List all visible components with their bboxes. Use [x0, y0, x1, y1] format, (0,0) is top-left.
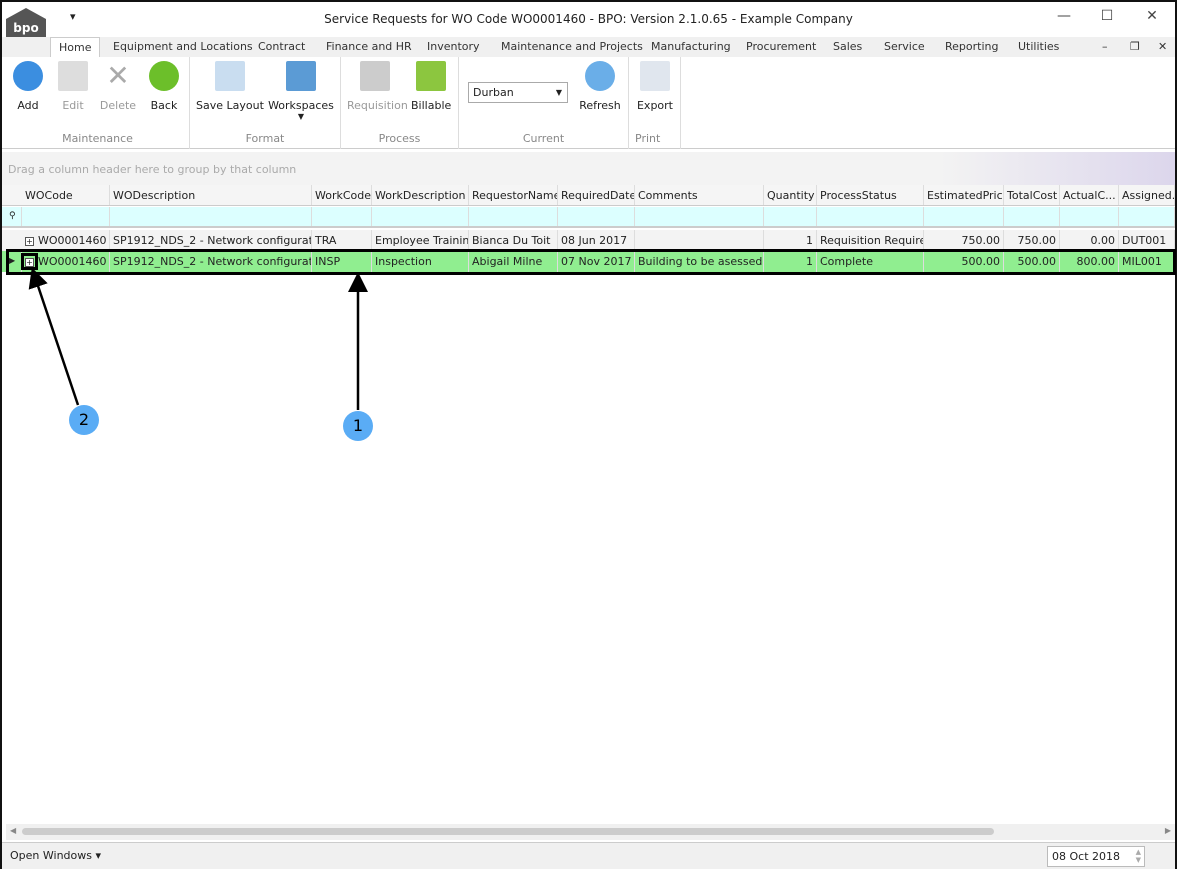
scrollbar-thumb[interactable] [22, 828, 994, 835]
open-windows-button[interactable]: Open Windows ▾ [10, 849, 101, 862]
annotation-marker-2: 2 [69, 405, 99, 435]
spinner-icon[interactable]: ▲ ▼ [1136, 848, 1141, 864]
annotation-marker-1: 1 [343, 411, 373, 441]
arrow-2 [28, 267, 80, 406]
status-bar: Open Windows ▾ 08 Oct 2018 ▲ ▼ [2, 842, 1175, 869]
annotation-arrows [28, 267, 368, 410]
date-field[interactable]: 08 Oct 2018 ▲ ▼ [1047, 846, 1145, 867]
